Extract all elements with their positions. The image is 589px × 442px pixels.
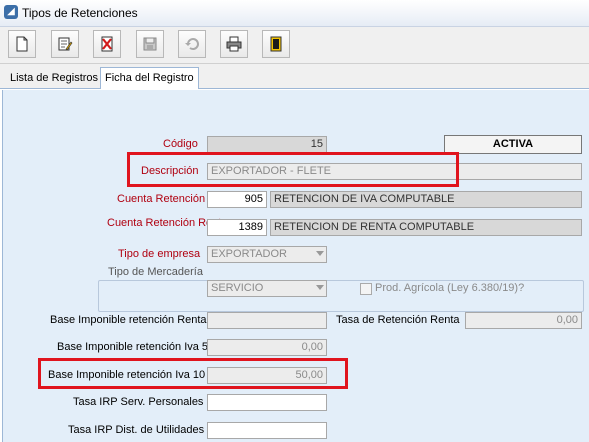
save-button[interactable] — [136, 30, 164, 58]
base-iva5-label: Base Imponible retención Iva 5 — [57, 341, 209, 353]
undo-icon — [185, 38, 199, 50]
tipo-mercaderia-label: Tipo de Mercadería — [105, 266, 206, 278]
tipo-empresa-select[interactable]: EXPORTADOR — [207, 246, 327, 263]
edit-button[interactable] — [51, 30, 79, 58]
edit-icon — [58, 37, 73, 51]
tab-lista-de-registros[interactable]: Lista de Registros — [6, 68, 102, 88]
tipo-empresa-label: Tipo de empresa — [118, 248, 201, 260]
chevron-down-icon — [316, 251, 324, 256]
new-document-icon — [16, 36, 28, 52]
base-renta-field[interactable] — [207, 312, 327, 329]
cuenta-renta-name-field[interactable]: RETENCION DE RENTA COMPUTABLE — [270, 219, 582, 236]
tasa-irp-dist-label: Tasa IRP Dist. de Utilidades — [68, 424, 205, 436]
toolbar — [0, 27, 589, 64]
tasa-irp-serv-label: Tasa IRP Serv. Personales — [73, 396, 204, 408]
highlight-base-iva10 — [38, 358, 348, 389]
exit-icon — [270, 36, 282, 52]
status-badge: ACTIVA — [444, 135, 582, 154]
prod-agricola-label: Prod. Agrícola (Ley 6.380/19)? — [375, 282, 525, 294]
prod-agricola-checkbox[interactable] — [360, 283, 372, 295]
title-bar: ◢ Tipos de Retenciones — [0, 0, 589, 27]
print-icon — [226, 36, 242, 52]
tasa-irp-dist-field[interactable] — [207, 422, 327, 439]
undo-button[interactable] — [178, 30, 206, 58]
tipo-mercaderia-select[interactable]: SERVICIO — [207, 280, 327, 297]
cuenta-iva-name-field[interactable]: RETENCION DE IVA COMPUTABLE — [270, 191, 582, 208]
tasa-renta-field[interactable]: 0,00 — [465, 312, 582, 329]
print-button[interactable] — [220, 30, 248, 58]
tasa-renta-label: Tasa de Retención Renta — [336, 314, 460, 326]
highlight-descripcion — [127, 152, 459, 187]
new-button[interactable] — [8, 30, 36, 58]
codigo-label: Código — [163, 138, 198, 150]
base-renta-label: Base Imponible retención Renta — [50, 314, 207, 326]
codigo-field[interactable]: 15 — [207, 136, 327, 153]
tasa-irp-serv-field[interactable] — [207, 394, 327, 411]
tab-bar: Lista de Registros Ficha del Registro — [0, 64, 589, 89]
delete-button[interactable] — [93, 30, 121, 58]
tab-ficha-del-registro[interactable]: Ficha del Registro — [100, 67, 199, 89]
base-iva5-field[interactable]: 0,00 — [207, 339, 327, 356]
chevron-down-icon — [316, 285, 324, 290]
tipo-empresa-value: EXPORTADOR — [211, 248, 287, 260]
window-title: Tipos de Retenciones — [22, 6, 138, 20]
cuenta-renta-code-field[interactable]: 1389 — [207, 219, 267, 236]
delete-icon — [101, 36, 113, 52]
exit-button[interactable] — [262, 30, 290, 58]
tipo-mercaderia-value: SERVICIO — [211, 282, 264, 294]
app-icon: ◢ — [4, 5, 18, 19]
save-icon — [143, 37, 157, 51]
cuenta-iva-code-field[interactable]: 905 — [207, 191, 267, 208]
